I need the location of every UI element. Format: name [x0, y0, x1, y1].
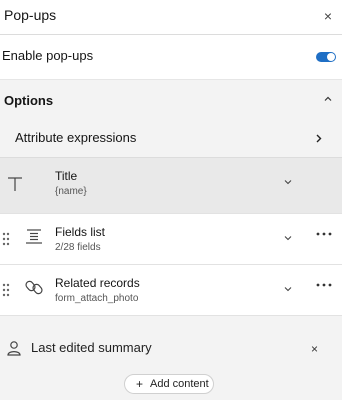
related-records-name: Related records — [55, 276, 140, 290]
chevron-up-icon[interactable] — [324, 95, 332, 103]
fields-list-card[interactable]: Fields list 2/28 fields — [0, 214, 342, 265]
related-records-card[interactable]: Related records form_attach_photo — [0, 265, 342, 316]
fields-list-sub: 2/28 fields — [55, 242, 101, 253]
add-content-button[interactable]: + Add content — [124, 374, 214, 394]
options-header[interactable]: Options — [0, 80, 342, 120]
fields-list-icon — [26, 229, 42, 244]
link-icon — [25, 280, 43, 295]
fields-list-name: Fields list — [55, 225, 106, 239]
drag-handle-icon[interactable] — [2, 283, 10, 297]
chevron-down-icon[interactable] — [284, 178, 292, 186]
plus-icon: + — [136, 377, 144, 391]
toggle-knob — [327, 53, 335, 61]
last-edited-summary-label: Last edited summary — [31, 340, 152, 355]
attribute-expressions-row[interactable]: Attribute expressions — [0, 121, 342, 158]
close-icon[interactable]: × — [311, 342, 318, 356]
title-card-sub: {name} — [55, 186, 87, 197]
related-records-sub: form_attach_photo — [55, 293, 139, 304]
attribute-expressions-label: Attribute expressions — [15, 130, 137, 145]
enable-popups-toggle[interactable] — [316, 52, 336, 62]
more-icon[interactable] — [316, 231, 332, 237]
enable-popups-row: Enable pop-ups — [0, 35, 342, 80]
chevron-right-icon — [316, 134, 322, 143]
enable-popups-label: Enable pop-ups — [2, 48, 94, 63]
panel-header: Pop-ups × — [0, 0, 342, 35]
close-icon[interactable]: × — [324, 8, 332, 24]
title-card[interactable]: Title {name} — [0, 158, 342, 214]
drag-handle-icon[interactable] — [2, 232, 10, 246]
panel-title: Pop-ups — [4, 7, 57, 23]
add-content-label: Add content — [150, 378, 209, 390]
chevron-down-icon[interactable] — [284, 234, 292, 242]
chevron-down-icon[interactable] — [284, 285, 292, 293]
person-icon — [7, 341, 21, 356]
options-label: Options — [4, 93, 54, 108]
more-icon[interactable] — [316, 282, 332, 288]
text-icon — [8, 177, 22, 191]
options-section: Options Attribute expressions Title {nam… — [0, 80, 342, 400]
title-card-name: Title — [55, 169, 78, 183]
